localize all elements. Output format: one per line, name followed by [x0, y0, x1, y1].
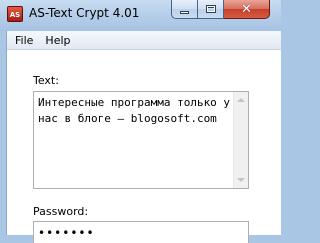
text-scrollbar[interactable] [233, 92, 248, 188]
scroll-up-icon[interactable] [237, 98, 245, 102]
text-label: Text: [33, 74, 59, 87]
maximize-button[interactable] [198, 0, 224, 19]
window-title: AS-Text Crypt 4.01 [29, 6, 140, 20]
scroll-down-icon[interactable] [237, 178, 245, 182]
menu-bar: File Help [7, 31, 281, 50]
minimize-button[interactable] [171, 0, 198, 19]
menu-file[interactable]: File [9, 31, 39, 50]
maximize-icon [205, 5, 216, 13]
close-icon: ✕ [241, 1, 252, 17]
menu-help[interactable]: Help [39, 31, 76, 50]
app-icon[interactable]: AS [7, 6, 23, 22]
window-frame: File Help Text: Интересные программа тол… [6, 31, 281, 243]
text-input[interactable]: Интересные программа только у нас в блог… [33, 91, 249, 189]
minimize-icon [180, 10, 189, 14]
caption-buttons: ✕ [171, 0, 270, 20]
password-label: Password: [33, 205, 89, 218]
main-content: Text: Интересные программа только у нас … [7, 50, 281, 243]
close-button[interactable]: ✕ [224, 0, 270, 19]
text-input-value[interactable]: Интересные программа только у нас в блог… [38, 95, 234, 127]
title-bar[interactable]: AS AS-Text Crypt 4.01 ✕ [0, 0, 281, 31]
password-mask: ••••••• [38, 226, 95, 240]
